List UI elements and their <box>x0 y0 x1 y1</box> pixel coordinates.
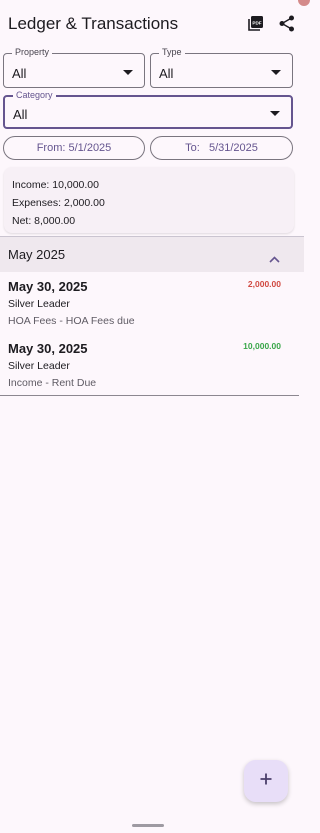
transaction-row[interactable]: May 30, 2025 Silver Leader Income - Rent… <box>0 335 304 397</box>
category-dropdown[interactable]: Category All <box>3 90 293 129</box>
share-icon[interactable] <box>278 14 296 32</box>
svg-text:PDF: PDF <box>252 20 261 25</box>
type-dropdown[interactable]: Type All <box>150 47 293 88</box>
plus-icon <box>260 772 272 790</box>
to-date-button[interactable]: To: 5/31/2025 <box>150 136 293 160</box>
transaction-description: Income - Rent Due <box>8 377 97 389</box>
pdf-icon[interactable]: PDF <box>246 14 264 32</box>
corner-indicator <box>298 0 310 6</box>
transaction-amount: 10,000.00 <box>243 341 281 351</box>
dropdown-arrow-icon <box>123 70 133 75</box>
type-value: All <box>159 66 174 81</box>
property-dropdown[interactable]: Property All <box>3 47 145 88</box>
page-title: Ledger & Transactions <box>8 14 179 33</box>
transaction-date: May 30, 2025 <box>8 341 88 356</box>
month-label: May 2025 <box>8 247 66 262</box>
income-total: Income: 10,000.00 <box>12 179 99 191</box>
home-indicator <box>132 824 164 827</box>
month-group-header[interactable]: May 2025 <box>0 236 304 272</box>
type-label: Type <box>159 47 185 57</box>
add-transaction-button[interactable] <box>244 760 288 802</box>
category-label: Category <box>13 90 56 100</box>
chevron-up-icon[interactable] <box>269 250 280 268</box>
expenses-total: Expenses: 2,000.00 <box>12 197 105 209</box>
app-bar: Ledger & Transactions PDF <box>0 0 310 48</box>
dropdown-arrow-icon <box>271 70 281 75</box>
list-divider <box>0 395 299 396</box>
transaction-name: Silver Leader <box>8 298 70 310</box>
property-value: All <box>12 66 27 81</box>
net-total: Net: 8,000.00 <box>12 215 76 227</box>
category-value: All <box>13 107 28 122</box>
transaction-amount: 2,000.00 <box>247 279 281 289</box>
from-date-button[interactable]: From: 5/1/2025 <box>3 136 145 160</box>
transaction-description: HOA Fees - HOA Fees due <box>8 315 135 327</box>
transaction-row[interactable]: May 30, 2025 Silver Leader HOA Fees - HO… <box>0 273 304 335</box>
transaction-name: Silver Leader <box>8 360 70 372</box>
property-label: Property <box>12 47 53 57</box>
transaction-date: May 30, 2025 <box>8 279 88 294</box>
summary-card: Income: 10,000.00 Expenses: 2,000.00 Net… <box>4 167 294 233</box>
dropdown-arrow-icon <box>270 111 280 116</box>
